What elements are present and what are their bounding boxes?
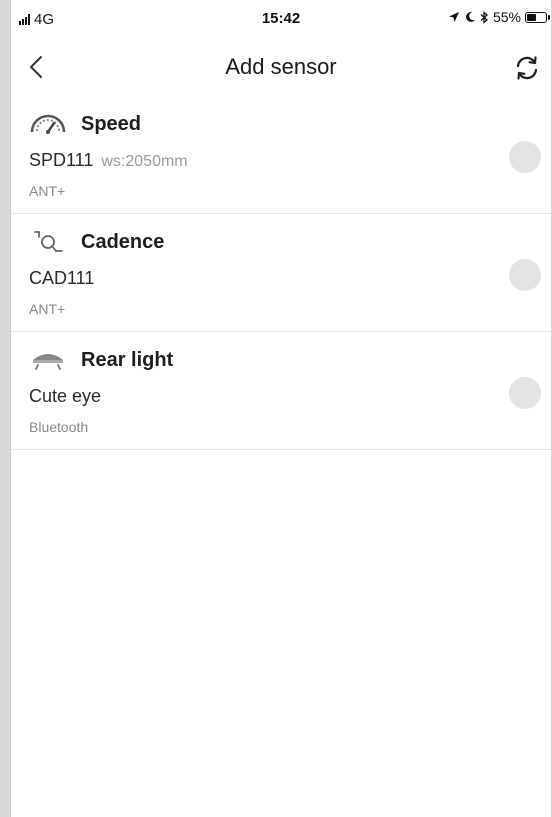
sensor-protocol: ANT+ xyxy=(29,301,66,317)
bluetooth-icon xyxy=(480,10,488,24)
sensor-header: Cadence xyxy=(29,228,164,256)
sensor-model-row: CAD111 xyxy=(29,268,102,289)
sensor-item-rear-light[interactable]: Rear light Cute eye Bluetooth xyxy=(11,332,551,450)
sensor-list: Speed SPD111 ws:2050mm ANT+ Cadence CAD1… xyxy=(11,96,551,450)
nav-bar: Add sensor xyxy=(11,36,551,96)
status-bar: 4G 15:42 55% xyxy=(11,0,551,36)
speedometer-icon xyxy=(29,110,69,138)
battery-percent-label: 55% xyxy=(492,9,521,25)
moon-icon xyxy=(466,11,475,22)
location-arrow-icon xyxy=(448,12,459,22)
sensor-model: SPD111 xyxy=(29,150,94,170)
sensor-item-speed[interactable]: Speed SPD111 ws:2050mm ANT+ xyxy=(11,96,551,214)
rear-light-icon xyxy=(29,346,69,374)
sensor-model: CAD111 xyxy=(29,268,95,288)
sensor-model-row: SPD111 ws:2050mm xyxy=(29,150,188,171)
sensor-item-cadence[interactable]: Cadence CAD111 ANT+ xyxy=(11,214,551,332)
cadence-sensor-icon xyxy=(29,228,69,256)
sensor-model: Cute eye xyxy=(29,386,102,406)
battery-icon xyxy=(525,11,550,23)
sensor-name: Speed xyxy=(81,112,142,135)
sensor-protocol: Bluetooth xyxy=(29,419,89,435)
sensor-header: Speed xyxy=(29,110,141,138)
sensor-name: Rear light xyxy=(81,348,174,371)
battery-level-fill xyxy=(527,13,536,21)
sensor-name: Cadence xyxy=(81,230,165,253)
status-indicators: 55% xyxy=(448,9,550,25)
phone-screen: 4G 15:42 55% Add sensor Speed SPD111 ws:… xyxy=(10,0,551,817)
sensor-wheel-size: ws:2050mm xyxy=(101,153,188,170)
sensor-model-row: Cute eye xyxy=(29,386,109,407)
refresh-icon xyxy=(516,56,538,80)
select-radio[interactable] xyxy=(509,377,541,409)
select-radio[interactable] xyxy=(509,141,541,173)
sensor-header: Rear light xyxy=(29,346,173,374)
select-radio[interactable] xyxy=(509,259,541,291)
refresh-button[interactable] xyxy=(511,52,543,84)
page-title: Add sensor xyxy=(225,54,337,79)
sensor-protocol: ANT+ xyxy=(29,183,66,199)
